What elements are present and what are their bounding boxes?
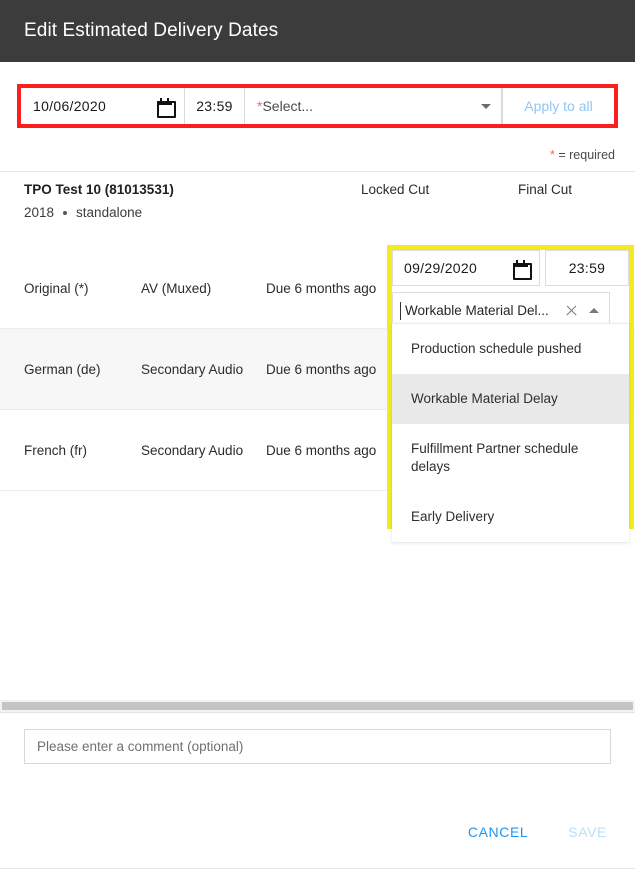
locked-cut-reason-value: Workable Material Del... — [405, 302, 549, 318]
horizontal-scrollbar[interactable] — [0, 700, 635, 712]
row-type: Secondary Audio — [141, 442, 244, 458]
bulk-reason-placeholder-text: Select... — [262, 98, 314, 114]
program-year: 2018 — [24, 205, 55, 220]
program-title: TPO Test 10 (81013531) — [24, 182, 174, 197]
bulk-time-input[interactable]: 23:59 — [185, 88, 245, 124]
page-title: Edit Estimated Delivery Dates — [24, 20, 279, 41]
row-language: German (de) — [24, 361, 101, 377]
row-language: Original (*) — [24, 280, 89, 296]
apply-to-all-bar-highlight: 10/06/2020 23:59 *Select... Apply to all — [17, 84, 618, 128]
program-kind: standalone — [76, 205, 143, 220]
locked-cut-date-input[interactable]: 09/29/2020 — [392, 250, 540, 286]
bulk-time-value: 23:59 — [196, 98, 233, 114]
dialog-actions: CANCEL SAVE — [462, 820, 613, 844]
dropdown-option-fulfillment-partner-schedule-delays[interactable]: Fulfillment Partner schedule delays — [392, 424, 629, 492]
chevron-up-icon[interactable] — [589, 307, 599, 313]
row-type: AV (Muxed) — [141, 280, 212, 296]
comment-input[interactable]: Please enter a comment (optional) — [24, 729, 611, 764]
column-header-locked-cut: Locked Cut — [361, 182, 430, 197]
text-cursor — [400, 302, 401, 320]
chevron-down-icon[interactable] — [481, 103, 491, 109]
bulk-reason-placeholder: *Select... — [257, 98, 313, 114]
divider-top — [0, 171, 635, 172]
cancel-button[interactable]: CANCEL — [462, 820, 534, 844]
row-due: Due 6 months ago — [266, 280, 377, 296]
row-due: Due 6 months ago — [266, 442, 377, 458]
scrollbar-thumb[interactable] — [2, 702, 633, 710]
locked-cut-date-value: 09/29/2020 — [404, 260, 478, 276]
column-header-final-cut: Final Cut — [518, 182, 573, 197]
calendar-icon[interactable] — [513, 260, 532, 280]
locked-cut-editor: 09/29/2020 23:59 Workable Material Del..… — [392, 250, 629, 328]
calendar-icon[interactable] — [157, 98, 176, 118]
dropdown-option-early-delivery[interactable]: Early Delivery — [392, 492, 629, 542]
bulk-date-value: 10/06/2020 — [33, 98, 107, 114]
dialog-titlebar: Edit Estimated Delivery Dates — [0, 0, 635, 62]
row-language: French (fr) — [24, 442, 88, 458]
save-button[interactable]: SAVE — [562, 820, 613, 844]
bullet-separator-icon — [63, 210, 68, 215]
bulk-date-input[interactable]: 10/06/2020 — [21, 88, 185, 124]
apply-to-all-button[interactable]: Apply to all — [502, 88, 614, 124]
bulk-reason-select[interactable]: *Select... — [245, 88, 502, 124]
row-type: Secondary Audio — [141, 361, 244, 377]
locked-cut-date-time-group: 09/29/2020 23:59 — [392, 250, 629, 286]
comment-placeholder: Please enter a comment (optional) — [37, 739, 244, 754]
apply-to-all-bar: 10/06/2020 23:59 *Select... Apply to all — [21, 88, 614, 124]
close-icon[interactable] — [565, 304, 578, 317]
locked-cut-time-input[interactable]: 23:59 — [545, 250, 629, 286]
program-meta: 2018 standalone — [24, 205, 142, 220]
divider-footer — [0, 868, 635, 869]
required-legend: * = required — [550, 148, 615, 162]
program-header-row: TPO Test 10 (81013531) 2018 standalone L… — [0, 180, 635, 232]
dropdown-option-production-schedule-pushed[interactable]: Production schedule pushed — [392, 324, 629, 374]
row-due: Due 6 months ago — [266, 361, 377, 377]
dropdown-option-workable-material-delay[interactable]: Workable Material Delay — [392, 374, 629, 424]
required-legend-text: = required — [554, 148, 615, 162]
reason-dropdown-menu: Production schedule pushed Workable Mate… — [392, 323, 629, 542]
locked-cut-time-value: 23:59 — [568, 260, 606, 276]
edit-estimated-delivery-dates-dialog: Edit Estimated Delivery Dates 10/06/2020… — [0, 0, 635, 871]
divider-bottom — [0, 712, 635, 713]
